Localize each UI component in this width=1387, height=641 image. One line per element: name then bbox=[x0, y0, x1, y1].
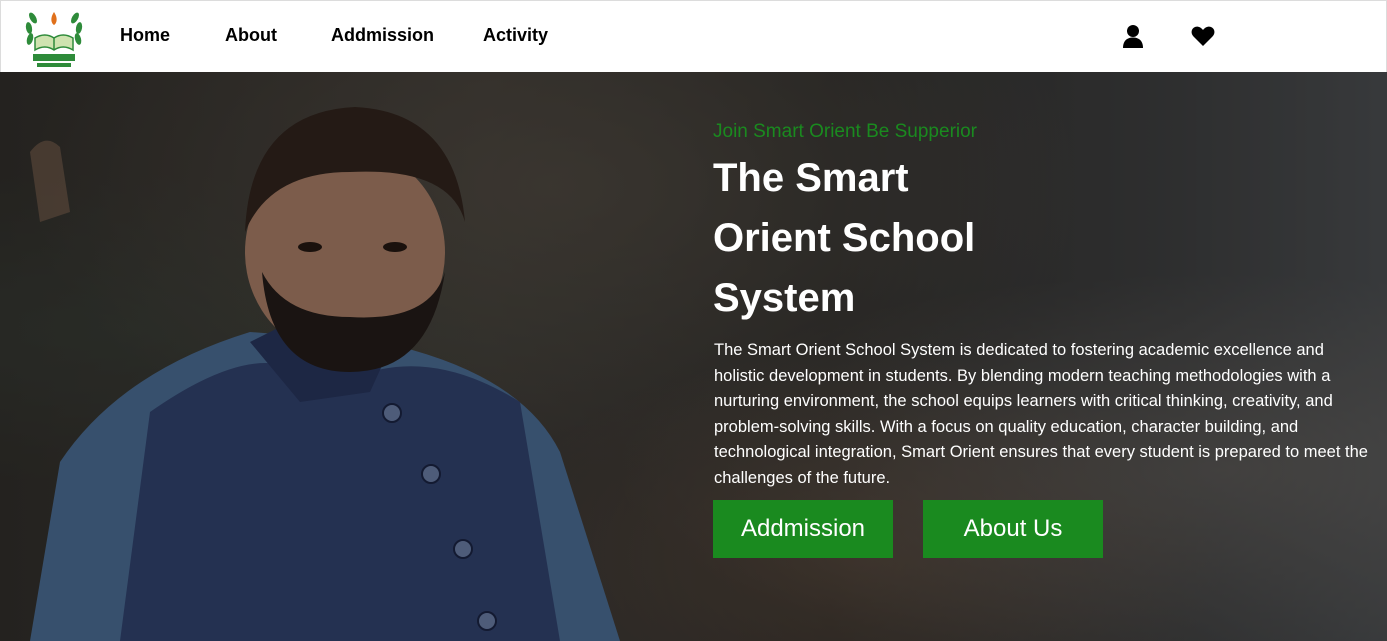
about-us-button[interactable]: About Us bbox=[923, 500, 1103, 558]
hero-title: The Smart Orient School System bbox=[713, 156, 976, 320]
nav-about-link[interactable]: About bbox=[225, 25, 277, 46]
navbar: Home About Addmission Activity bbox=[0, 0, 1387, 72]
admission-button[interactable]: Addmission bbox=[713, 500, 893, 558]
hero-section: Join Smart Orient Be Supperior The Smart… bbox=[0, 72, 1387, 641]
user-icon[interactable] bbox=[1120, 23, 1146, 49]
heart-icon[interactable] bbox=[1190, 23, 1216, 49]
hero-tagline: Join Smart Orient Be Supperior bbox=[713, 121, 978, 142]
nav-admission-link[interactable]: Addmission bbox=[331, 25, 434, 46]
hero-description: The Smart Orient School System is dedica… bbox=[714, 341, 1368, 487]
school-logo[interactable] bbox=[21, 4, 87, 70]
nav-activity-link[interactable]: Activity bbox=[483, 25, 548, 46]
nav-home-link[interactable]: Home bbox=[120, 25, 170, 46]
